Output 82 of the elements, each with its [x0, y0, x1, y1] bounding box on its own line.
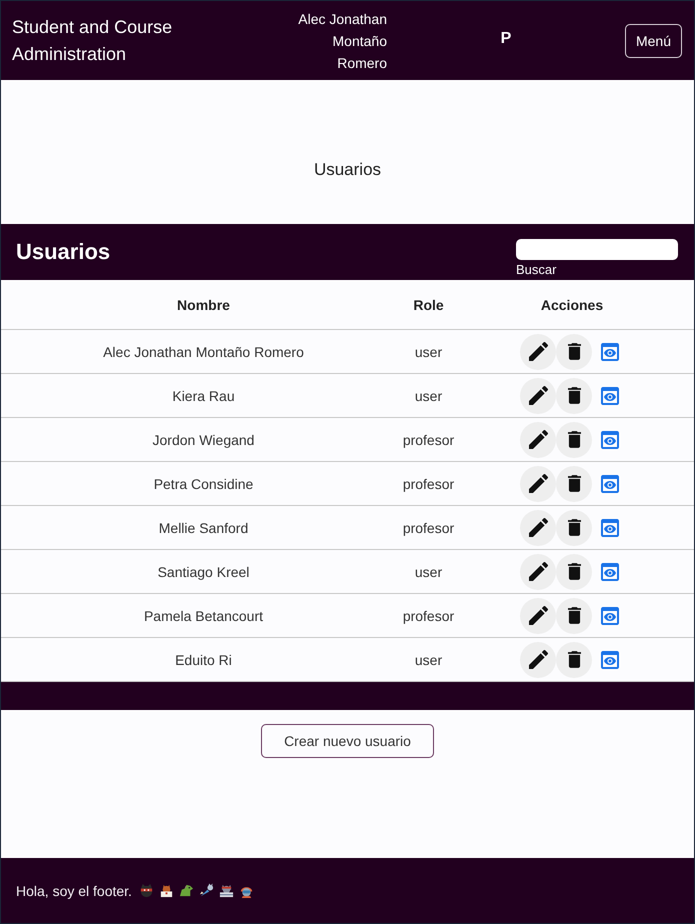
app-title: Student and Course Administration: [12, 16, 174, 66]
name-cell-text: Alec Jonathan Montaño Romero: [102, 344, 304, 360]
trash-icon: [568, 431, 580, 448]
view-button[interactable]: [600, 650, 620, 670]
role-cell-text: user: [414, 652, 444, 668]
column-header: Nombre: [176, 296, 230, 312]
name-cell-text: Eduito Ri: [174, 652, 232, 668]
eye-icon: [601, 342, 619, 360]
pencil-icon: [528, 518, 548, 537]
pencil-icon: [528, 474, 548, 493]
eye-icon: [601, 650, 619, 668]
delete-button[interactable]: [556, 422, 592, 458]
menu-button[interactable]: Menú: [624, 24, 682, 58]
view-button[interactable]: [600, 562, 620, 582]
search-field[interactable]: [516, 239, 678, 260]
view-button[interactable]: [600, 518, 620, 538]
pencil-icon: [528, 562, 548, 581]
footer-text: Hola, soy el footer.: [16, 882, 132, 898]
view-button[interactable]: [600, 430, 620, 450]
trash-icon: [568, 387, 580, 404]
delete-button[interactable]: [556, 334, 592, 370]
pencil-icon: [528, 430, 548, 449]
user-initial: P: [500, 30, 512, 48]
delete-button[interactable]: [556, 378, 592, 414]
eye-icon: [601, 606, 619, 624]
view-button[interactable]: [600, 474, 620, 494]
eye-icon: [601, 430, 619, 448]
panel-title: Usuarios: [16, 238, 112, 266]
pencil-icon: [528, 386, 548, 405]
create-user-button[interactable]: Crear nuevo usuario: [261, 724, 434, 758]
role-cell-text: user: [414, 388, 444, 404]
delete-button[interactable]: [556, 642, 592, 678]
role-cell-text: profesor: [402, 432, 456, 448]
pencil-icon: [528, 342, 548, 361]
delete-button[interactable]: [556, 598, 592, 634]
column-header: Acciones: [540, 296, 604, 312]
name-cell-text: Petra Considine: [152, 476, 254, 492]
user-name: Alec Jonathan Montaño Romero: [297, 10, 387, 72]
name-cell-text: Kiera Rau: [171, 388, 235, 404]
trash-icon: [568, 475, 580, 492]
edit-button[interactable]: [520, 466, 556, 502]
delete-button[interactable]: [556, 466, 592, 502]
view-button[interactable]: [600, 386, 620, 406]
cat-laptop-icon: [218, 883, 234, 898]
eye-icon: [601, 386, 619, 404]
trash-icon: [568, 563, 580, 580]
view-button[interactable]: [600, 606, 620, 626]
page-heading: Usuarios: [314, 159, 382, 181]
role-cell-text: profesor: [402, 476, 456, 492]
edit-button[interactable]: [520, 334, 556, 370]
eye-icon: [601, 474, 619, 492]
role-cell-text: profesor: [402, 520, 456, 536]
eye-icon: [601, 518, 619, 536]
name-cell-text: Mellie Sanford: [158, 520, 248, 536]
name-cell-text: Jordon Wiegand: [152, 432, 254, 448]
dinosaur-icon: [178, 883, 194, 898]
trash-icon: [568, 519, 580, 536]
column-header: Role: [412, 296, 445, 312]
edit-button[interactable]: [520, 598, 556, 634]
ninja-cat-icon: [138, 883, 154, 898]
role-cell-text: user: [414, 344, 444, 360]
edit-button[interactable]: [520, 422, 556, 458]
delete-button[interactable]: [556, 510, 592, 546]
pencil-icon: [528, 650, 548, 669]
view-button[interactable]: [600, 342, 620, 362]
role-cell-text: profesor: [402, 608, 456, 624]
trash-icon: [568, 651, 580, 668]
name-cell-text: Santiago Kreel: [156, 564, 250, 580]
delete-button[interactable]: [556, 554, 592, 590]
edit-button[interactable]: [520, 554, 556, 590]
trash-icon: [568, 607, 580, 624]
name-cell-text: Pamela Betancourt: [142, 608, 264, 624]
flying-cat-icon: [198, 883, 214, 898]
search-label: Buscar: [516, 261, 556, 279]
trash-icon: [568, 343, 580, 360]
cat-box-icon: [158, 883, 174, 898]
role-cell-text: user: [414, 564, 444, 580]
pencil-icon: [528, 606, 548, 625]
edit-button[interactable]: [520, 378, 556, 414]
eye-icon: [601, 562, 619, 580]
edit-button[interactable]: [520, 642, 556, 678]
edit-button[interactable]: [520, 510, 556, 546]
